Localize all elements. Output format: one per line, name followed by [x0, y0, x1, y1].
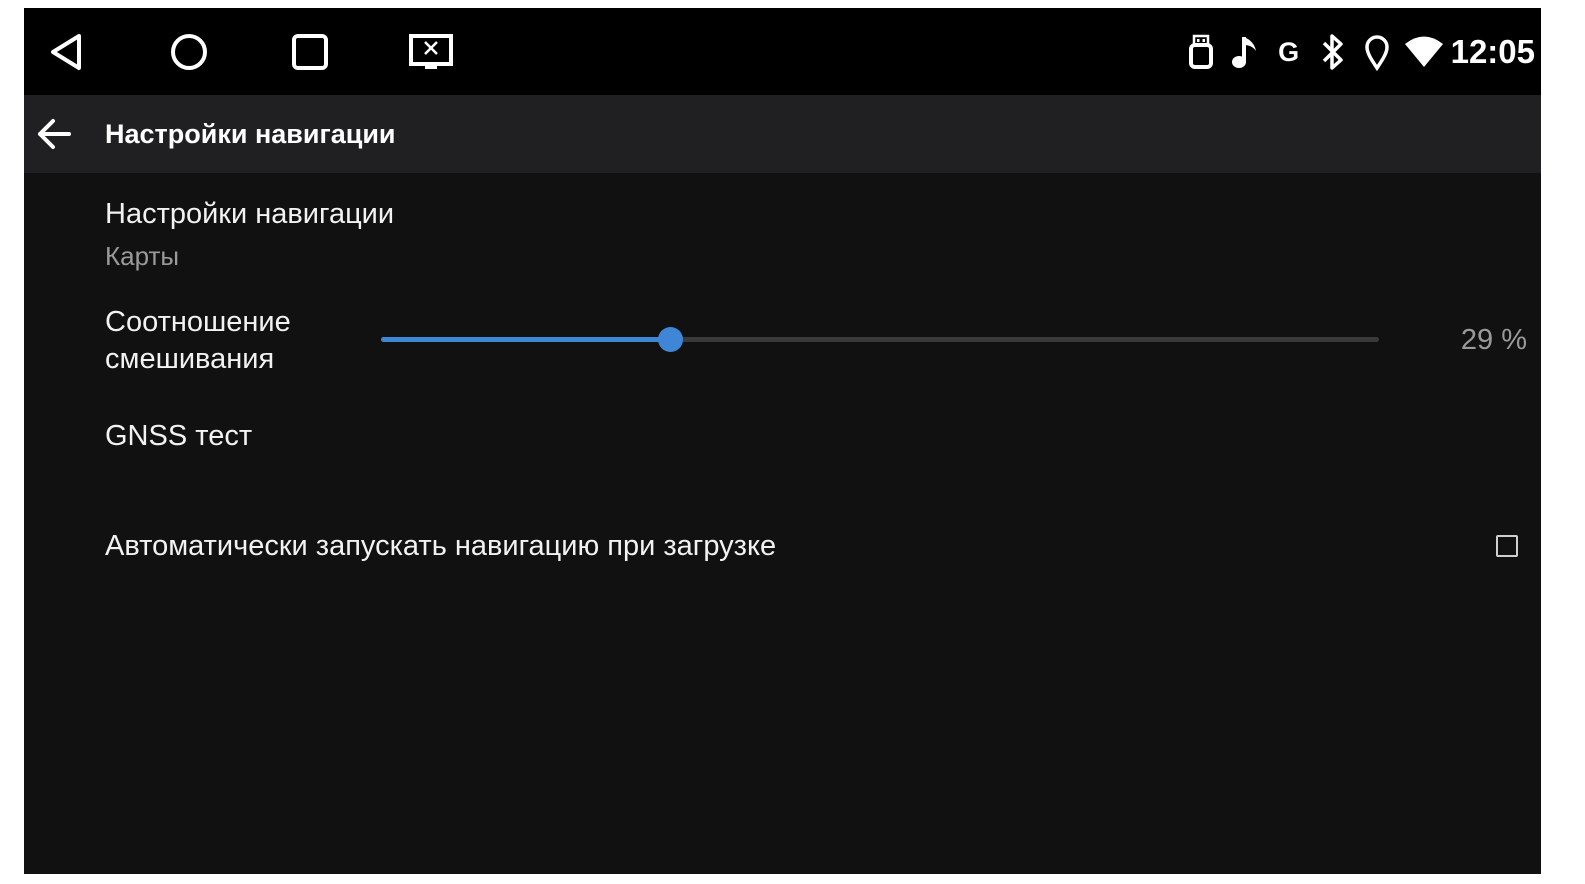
status-icons: G 12:05 — [1175, 26, 1535, 78]
nav-screen-button[interactable] — [406, 30, 456, 74]
nav-home-button[interactable] — [167, 30, 211, 74]
clock: 12:05 — [1450, 33, 1535, 70]
mix-ratio-slider[interactable] — [381, 320, 1379, 360]
autostart-checkbox[interactable] — [1496, 535, 1518, 557]
toolbar: Настройки навигации — [24, 95, 1541, 173]
slider-thumb[interactable] — [658, 327, 684, 352]
status-bar: G 12:05 — [24, 8, 1541, 95]
pref-mix-ratio-title-line2: смешивания — [105, 343, 275, 375]
screen-close-icon — [409, 34, 453, 69]
pref-nav-settings-summary: Карты — [105, 241, 180, 271]
pref-autostart-title: Автоматически запускать навигацию при за… — [105, 530, 777, 562]
pref-gnss-test-title: GNSS тест — [105, 420, 253, 452]
page-title: Настройки навигации — [105, 119, 396, 149]
pref-nav-settings-title: Настройки навигации — [105, 198, 395, 230]
back-triangle-icon — [51, 34, 81, 70]
pref-mix-ratio-title: Соотношение смешивания — [105, 304, 291, 378]
bluetooth-icon — [1315, 30, 1351, 74]
recents-square-icon — [292, 34, 328, 70]
toolbar-back-button[interactable] — [34, 114, 74, 154]
nav-back-button[interactable] — [44, 30, 88, 74]
usb-icon — [1183, 30, 1219, 74]
pref-mix-ratio-title-line1: Соотношение — [105, 306, 291, 338]
screen: G 12:05 Настройки навигации Настройки на… — [24, 8, 1541, 874]
slider-fill — [381, 337, 671, 342]
g-icon: G — [1278, 36, 1300, 67]
location-icon — [1359, 30, 1395, 74]
mix-ratio-value: 29 % — [1460, 324, 1527, 356]
nav-recents-button[interactable] — [288, 30, 332, 74]
wifi-icon — [1403, 30, 1445, 74]
home-circle-icon — [171, 34, 207, 70]
music-note-icon — [1227, 30, 1263, 74]
arrow-left-icon — [38, 119, 71, 149]
